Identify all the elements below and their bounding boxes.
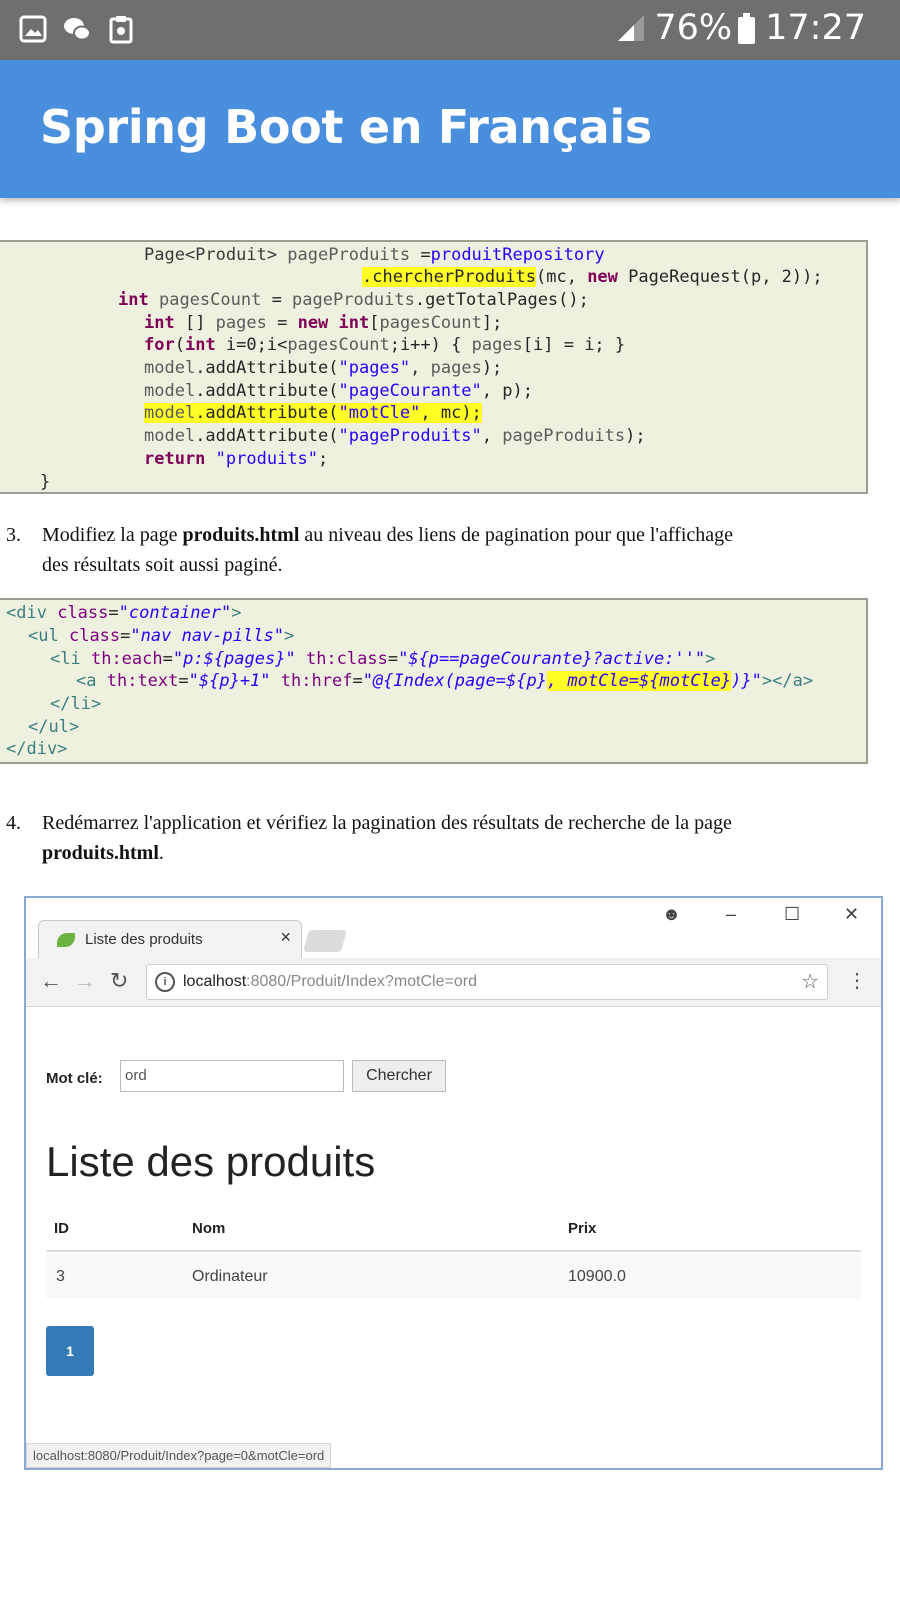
search-input[interactable]: ord: [120, 1060, 344, 1092]
code-line: int [] pages = new int[pagesCount];: [144, 313, 503, 333]
spring-leaf-icon: [57, 933, 75, 947]
code-line: <a th:text="${p}+1" th:href="@{Index(pag…: [76, 671, 814, 691]
code-line: return "produits";: [144, 449, 329, 469]
app-bar: Spring Boot en Français: [0, 60, 900, 198]
code-line: }: [40, 472, 51, 492]
step-3: 3. Modifiez la page produits.html au niv…: [0, 520, 880, 582]
clipboard-icon: [109, 16, 133, 44]
status-bar: 76% 17:27: [0, 0, 900, 60]
code-line: <div class="container">: [6, 603, 242, 623]
browser-tab[interactable]: Liste des produits ×: [38, 920, 302, 959]
code-line: <ul class="nav nav-pills">: [28, 626, 295, 646]
cell-nom: Ordinateur: [192, 1268, 268, 1285]
cell-prix: 10900.0: [568, 1268, 626, 1285]
code-line: model.addAttribute("pageProduits", pageP…: [144, 426, 646, 446]
table-header-divider: [46, 1250, 861, 1252]
column-header-nom: Nom: [192, 1220, 226, 1237]
step-number: 4.: [6, 812, 21, 834]
account-icon[interactable]: ☻: [662, 904, 681, 925]
code-line: int pagesCount = pageProduits.getTotalPa…: [118, 290, 589, 310]
wechat-icon: [64, 18, 91, 41]
code-line: model.addAttribute("motCle", mc);: [144, 403, 482, 423]
step-number: 3.: [6, 524, 21, 546]
tab-bar: Liste des produits × ☻ – ☐ ✕: [26, 898, 881, 959]
link-status-url: localhost:8080/Produit/Index?page=0&motC…: [26, 1443, 332, 1468]
signal-icon: [618, 15, 645, 41]
battery-percent: 76%: [654, 8, 733, 48]
cell-id: 3: [56, 1268, 65, 1285]
battery-icon: [738, 12, 756, 44]
minimize-icon[interactable]: –: [726, 904, 736, 925]
address-bar[interactable]: i localhost:8080/Produit/Index?motCle=or…: [146, 964, 828, 1000]
tab-close-icon[interactable]: ×: [280, 927, 291, 948]
tab-title: Liste des produits: [85, 931, 203, 948]
info-icon[interactable]: i: [155, 972, 175, 992]
column-header-prix: Prix: [568, 1220, 597, 1237]
code-line: <li th:each="p:${pages}" th:class="${p==…: [50, 649, 716, 669]
page-heading: Liste des produits: [46, 1138, 376, 1185]
code-line: for(int i=0;i<pagesCount;i++) { pages[i]…: [144, 335, 626, 355]
bookmark-star-icon[interactable]: ☆: [801, 969, 819, 994]
step-text: Modifiez la page produits.html au niveau…: [42, 524, 734, 576]
code-line: model.addAttribute("pages", pages);: [144, 358, 503, 378]
java-code-block: Page<Produit> pageProduits =produitRepos…: [0, 240, 868, 494]
url-text: localhost:8080/Produit/Index?motCle=ord: [183, 973, 477, 990]
code-line: </li>: [50, 694, 102, 714]
html-code-block: <div class="container"> <ul class="nav n…: [0, 598, 868, 764]
new-tab-button[interactable]: [303, 930, 347, 952]
menu-dots-icon[interactable]: ⋮: [847, 968, 867, 993]
maximize-icon[interactable]: ☐: [784, 904, 800, 925]
app-title: Spring Boot en Français: [40, 100, 652, 154]
step-text: Redémarrez l'application et vérifiez la …: [42, 812, 732, 864]
status-right: 76% 17:27: [616, 8, 866, 48]
browser-toolbar: ← → ↻ i localhost:8080/Produit/Index?mot…: [26, 958, 881, 1007]
browser-screenshot: Liste des produits × ☻ – ☐ ✕ ← → ↻ i loc…: [24, 896, 883, 1470]
forward-icon[interactable]: →: [74, 968, 96, 994]
code-line: Page<Produit> pageProduits =produitRepos…: [144, 245, 605, 265]
code-line: </div>: [6, 739, 68, 759]
pagination-page-1[interactable]: 1: [46, 1326, 94, 1376]
code-line: </ul>: [28, 717, 80, 737]
back-icon[interactable]: ←: [40, 968, 62, 994]
step-4: 4. Redémarrez l'application et vérifiez …: [0, 808, 880, 870]
column-header-id: ID: [54, 1220, 69, 1237]
search-label: Mot clé:: [46, 1070, 103, 1087]
table-row: [46, 1253, 861, 1299]
search-button[interactable]: Chercher: [352, 1060, 446, 1092]
code-line: .chercherProduits(mc, new PageRequest(p,…: [362, 267, 823, 287]
code-line: model.addAttribute("pageCourante", p);: [144, 381, 533, 401]
close-icon[interactable]: ✕: [844, 904, 859, 925]
image-icon: [19, 15, 47, 43]
reload-icon[interactable]: ↻: [110, 968, 128, 994]
clock: 17:27: [765, 8, 866, 48]
